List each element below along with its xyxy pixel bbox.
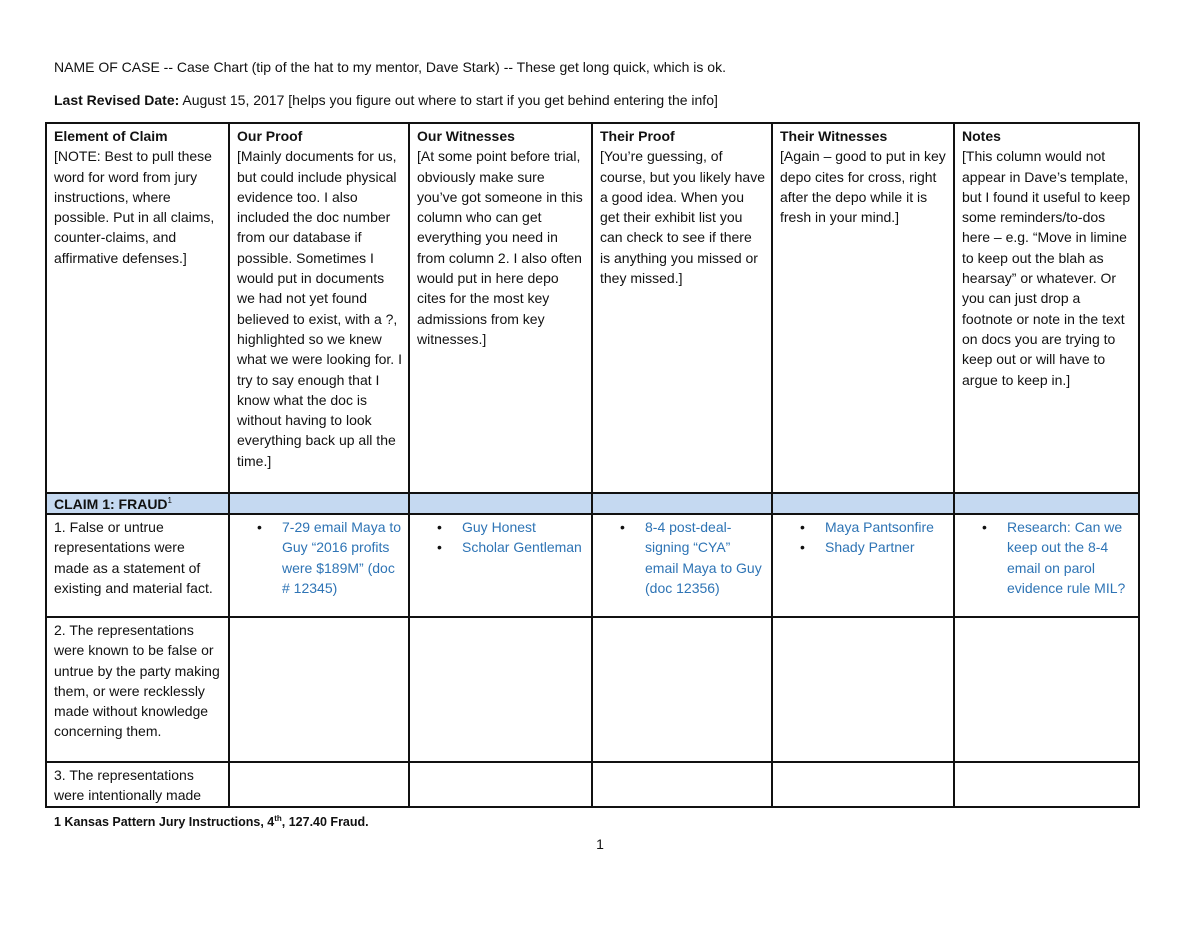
claim-row: CLAIM 1: FRAUD1 <box>45 492 1140 515</box>
list-item: Guy Honest <box>437 517 585 538</box>
their-witnesses-cell: Maya PantsonfireShady Partner <box>771 513 955 618</box>
last-revised-label: Last Revised Date: <box>54 92 180 108</box>
last-revised-line: Last Revised Date: August 15, 2017 [help… <box>54 91 718 109</box>
our-witnesses-cell <box>408 761 593 808</box>
our-proof-cell <box>228 761 410 808</box>
column-note: [NOTE: Best to pull these word for word … <box>54 148 215 266</box>
list-item: Scholar Gentleman <box>437 537 585 558</box>
their-proof-cell: 8-4 post-deal-signing “CYA” email Maya t… <box>591 513 773 618</box>
table-row: 2. The representations were known to be … <box>45 616 1140 763</box>
list-item: Shady Partner <box>800 537 947 558</box>
their-proof-cell <box>591 761 773 808</box>
footnote: 1 Kansas Pattern Jury Instructions, 4th,… <box>54 814 369 830</box>
header-notes: Notes [This column would not appear in Da… <box>953 122 1140 494</box>
column-note: [Mainly documents for us, but could incl… <box>237 148 402 469</box>
their-witnesses-cell <box>771 761 955 808</box>
notes-cell <box>953 616 1140 763</box>
header-their-witnesses: Their Witnesses [Again – good to put in k… <box>771 122 955 494</box>
our-witnesses-list: Guy HonestScholar Gentleman <box>417 517 585 558</box>
claim-cell <box>953 492 1140 515</box>
table-row: 1. False or untrue representations were … <box>45 513 1140 618</box>
footnote-text: Kansas Pattern Jury Instructions, 4 <box>60 815 275 829</box>
our-witnesses-cell: Guy HonestScholar Gentleman <box>408 513 593 618</box>
footnote-text-end: , 127.40 Fraud. <box>281 815 369 829</box>
our-proof-cell: 7-29 email Maya to Guy “2016 profits wer… <box>228 513 410 618</box>
footnote-separator <box>54 806 328 807</box>
table-row: 3. The representations were intentionall… <box>45 761 1140 808</box>
column-title: Our Proof <box>237 128 303 144</box>
list-item: 8-4 post-deal-signing “CYA” email Maya t… <box>620 517 765 598</box>
their-witnesses-cell <box>771 616 955 763</box>
notes-cell: Research: Can we keep out the 8-4 email … <box>953 513 1140 618</box>
claim-cell <box>228 492 410 515</box>
our-witnesses-cell <box>408 616 593 763</box>
their-proof-list: 8-4 post-deal-signing “CYA” email Maya t… <box>600 517 765 598</box>
claim-label-cell: CLAIM 1: FRAUD1 <box>45 492 230 515</box>
their-witnesses-list: Maya PantsonfireShady Partner <box>780 517 947 558</box>
claim-cell <box>771 492 955 515</box>
document-title-line: NAME OF CASE -- Case Chart (tip of the h… <box>54 59 726 75</box>
claim-label: CLAIM 1: FRAUD <box>54 496 168 512</box>
claim-cell <box>591 492 773 515</box>
our-proof-cell <box>228 616 410 763</box>
column-title: Their Witnesses <box>780 128 888 144</box>
header-their-proof: Their Proof [You’re guessing, of course, … <box>591 122 773 494</box>
header-row: Element of Claim [NOTE: Best to pull thes… <box>45 122 1140 494</box>
claim-cell <box>408 492 593 515</box>
list-item: 7-29 email Maya to Guy “2016 profits wer… <box>257 517 402 598</box>
notes-cell <box>953 761 1140 808</box>
column-note: [Again – good to put in key depo cites f… <box>780 148 946 226</box>
element-text: 3. The representations were intentionall… <box>45 761 230 808</box>
footnote-number: 1 <box>54 815 61 829</box>
column-note: [This column would not appear in Dave’s … <box>962 148 1131 388</box>
header-element-of-claim: Element of Claim [NOTE: Best to pull thes… <box>45 122 230 494</box>
column-title: Their Proof <box>600 128 675 144</box>
page-number: 1 <box>596 836 604 852</box>
header-our-witnesses: Our Witnesses [At some point before trial… <box>408 122 593 494</box>
list-item: Maya Pantsonfire <box>800 517 947 538</box>
footnote-superscript: th <box>274 814 282 823</box>
our-proof-list: 7-29 email Maya to Guy “2016 profits wer… <box>237 517 402 598</box>
column-title: Notes <box>962 128 1001 144</box>
last-revised-value: August 15, 2017 [helps you figure out wh… <box>179 92 718 108</box>
column-note: [You’re guessing, of course, but you lik… <box>600 148 765 287</box>
their-proof-cell <box>591 616 773 763</box>
column-title: Our Witnesses <box>417 128 515 144</box>
notes-list: Research: Can we keep out the 8-4 email … <box>962 517 1132 598</box>
footnote-reference[interactable]: 1 <box>168 496 172 505</box>
element-text: 1. False or untrue representations were … <box>45 513 230 618</box>
case-chart-table: Element of Claim [NOTE: Best to pull thes… <box>45 122 1140 808</box>
header-our-proof: Our Proof [Mainly documents for us, but c… <box>228 122 410 494</box>
column-note: [At some point before trial, obviously m… <box>417 148 583 347</box>
column-title: Element of Claim <box>54 128 168 144</box>
list-item: Research: Can we keep out the 8-4 email … <box>982 517 1132 598</box>
element-text: 2. The representations were known to be … <box>45 616 230 763</box>
